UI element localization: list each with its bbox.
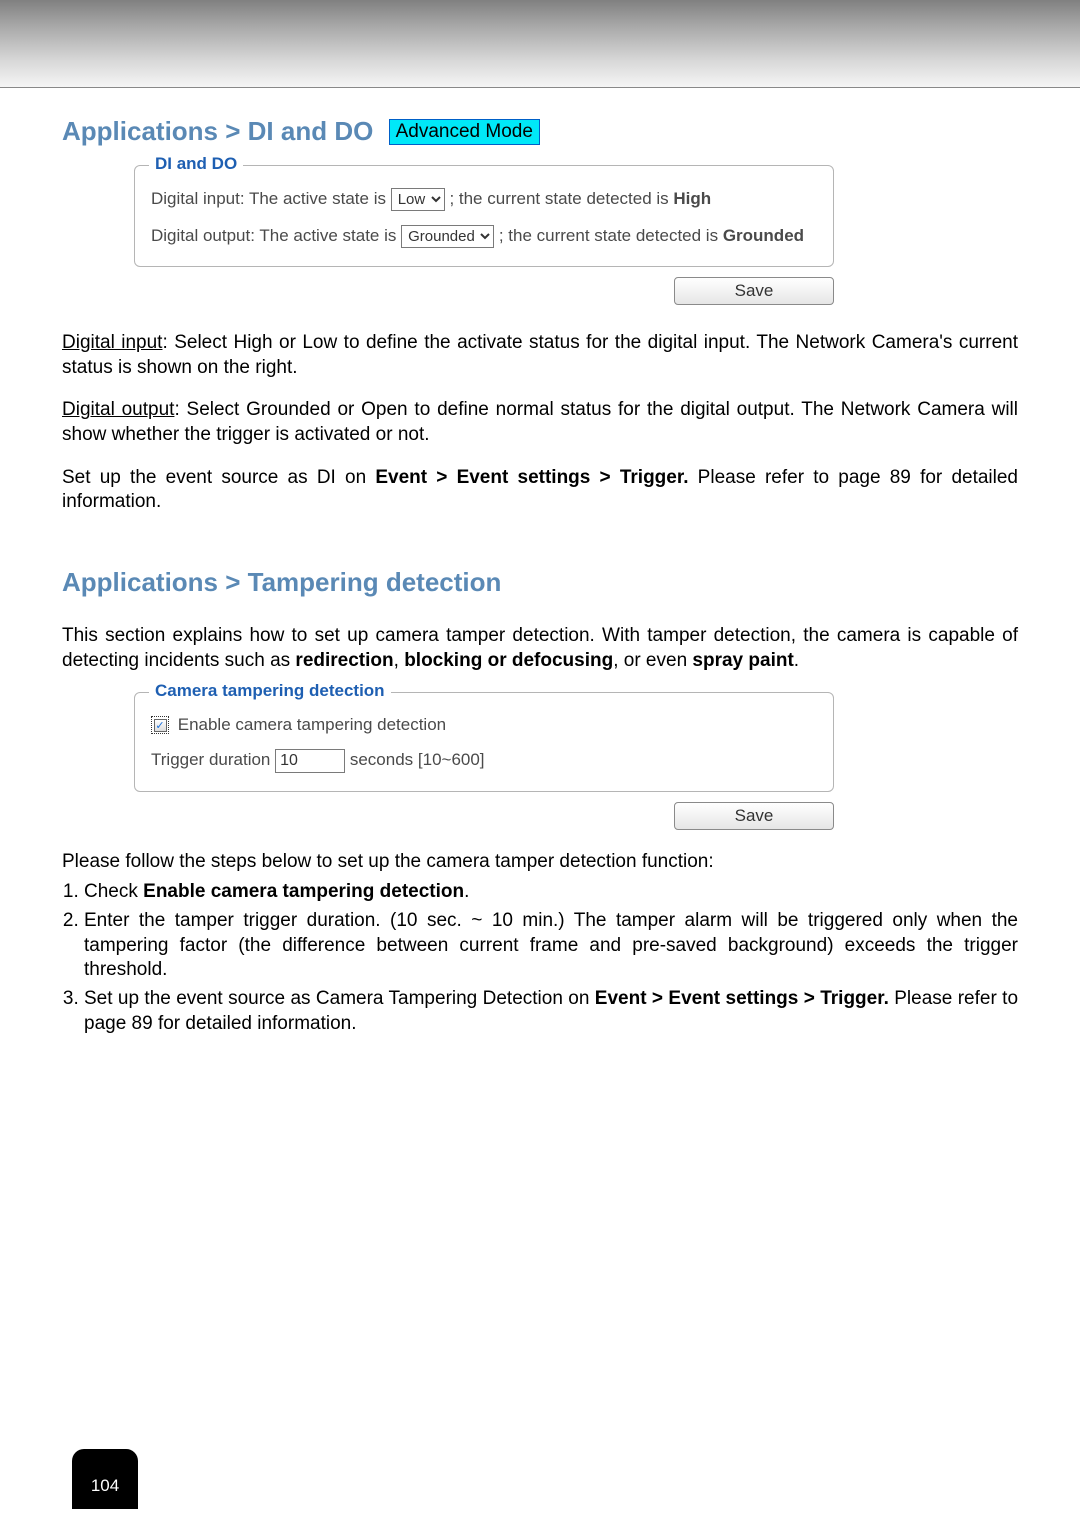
- step3-pre: Set up the event source as Camera Tamper…: [84, 988, 595, 1009]
- di-do-legend: DI and DO: [149, 154, 243, 174]
- di-state: High: [673, 189, 711, 208]
- di-do-fieldset: DI and DO Digital input: The active stat…: [134, 165, 834, 267]
- enable-tampering-label: Enable camera tampering detection: [178, 715, 446, 734]
- digital-output-heading: Digital output: [62, 399, 174, 420]
- step-3: Set up the event source as Camera Tamper…: [84, 987, 1018, 1036]
- page-number-tab: 104: [72, 1449, 138, 1509]
- digital-output-desc: : Select Grounded or Open to define norm…: [62, 399, 1018, 445]
- trigger-duration-label: Trigger duration: [151, 750, 275, 769]
- section-title-di-do: Applications > DI and DO: [62, 116, 373, 147]
- step-2: Enter the tamper trigger duration. (10 s…: [84, 909, 1018, 983]
- intro-bold1: redirection: [295, 650, 393, 671]
- di-event-bold: Event > Event settings > Trigger.: [375, 467, 688, 488]
- page-number: 104: [91, 1476, 119, 1496]
- save-button-di-do[interactable]: Save: [674, 277, 834, 305]
- intro-post: , or even: [613, 650, 692, 671]
- step1-bold: Enable camera tampering detection: [143, 881, 464, 902]
- intro-mid: ,: [394, 650, 405, 671]
- do-label-before: Digital output: The active state is: [151, 226, 401, 245]
- follow-text: Please follow the steps below to set up …: [62, 850, 1018, 875]
- digital-input-select[interactable]: Low: [391, 188, 445, 211]
- check-icon: ✓: [154, 719, 167, 732]
- tampering-intro: This section explains how to set up came…: [62, 624, 1018, 673]
- digital-output-select[interactable]: Grounded: [401, 225, 494, 248]
- enable-tampering-checkbox[interactable]: ✓: [151, 716, 169, 734]
- step1-post: .: [464, 881, 469, 902]
- trigger-duration-suffix: seconds [10~600]: [350, 750, 485, 769]
- digital-input-heading: Digital input: [62, 332, 162, 353]
- digital-input-desc: : Select High or Low to define the activ…: [62, 332, 1018, 378]
- step1-pre: Check: [84, 881, 143, 902]
- intro-end: .: [794, 650, 799, 671]
- advanced-mode-badge: Advanced Mode: [389, 119, 540, 145]
- steps-list: Check Enable camera tampering detection.…: [62, 880, 1018, 1036]
- di-label-before: Digital input: The active state is: [151, 189, 391, 208]
- digital-output-row: Digital output: The active state is Grou…: [151, 225, 817, 248]
- intro-bold3: spray paint: [692, 650, 793, 671]
- save-button-tampering[interactable]: Save: [674, 802, 834, 830]
- enable-tampering-row: ✓ Enable camera tampering detection: [151, 715, 817, 735]
- tampering-fieldset: Camera tampering detection ✓ Enable came…: [134, 692, 834, 792]
- do-state: Grounded: [723, 226, 804, 245]
- header-band: [0, 0, 1080, 88]
- section-di-do: Applications > DI and DO Advanced Mode D…: [62, 116, 1018, 515]
- trigger-duration-row: Trigger duration seconds [10~600]: [151, 749, 817, 773]
- section-tampering: Applications > Tampering detection This …: [62, 567, 1018, 1036]
- section-title-tampering: Applications > Tampering detection: [62, 567, 501, 598]
- digital-input-row: Digital input: The active state is Low ;…: [151, 188, 817, 211]
- do-label-mid: ; the current state detected is: [499, 226, 723, 245]
- di-event-pre: Set up the event source as DI on: [62, 467, 375, 488]
- di-label-mid: ; the current state detected is: [449, 189, 673, 208]
- tampering-legend: Camera tampering detection: [149, 681, 391, 701]
- intro-bold2: blocking or defocusing: [404, 650, 613, 671]
- step-1: Check Enable camera tampering detection.: [84, 880, 1018, 905]
- trigger-duration-input[interactable]: [275, 749, 345, 773]
- di-do-body-text: Digital input: Select High or Low to def…: [62, 331, 1018, 515]
- tampering-steps-wrap: Please follow the steps below to set up …: [62, 850, 1018, 1037]
- step3-bold: Event > Event settings > Trigger.: [595, 988, 889, 1009]
